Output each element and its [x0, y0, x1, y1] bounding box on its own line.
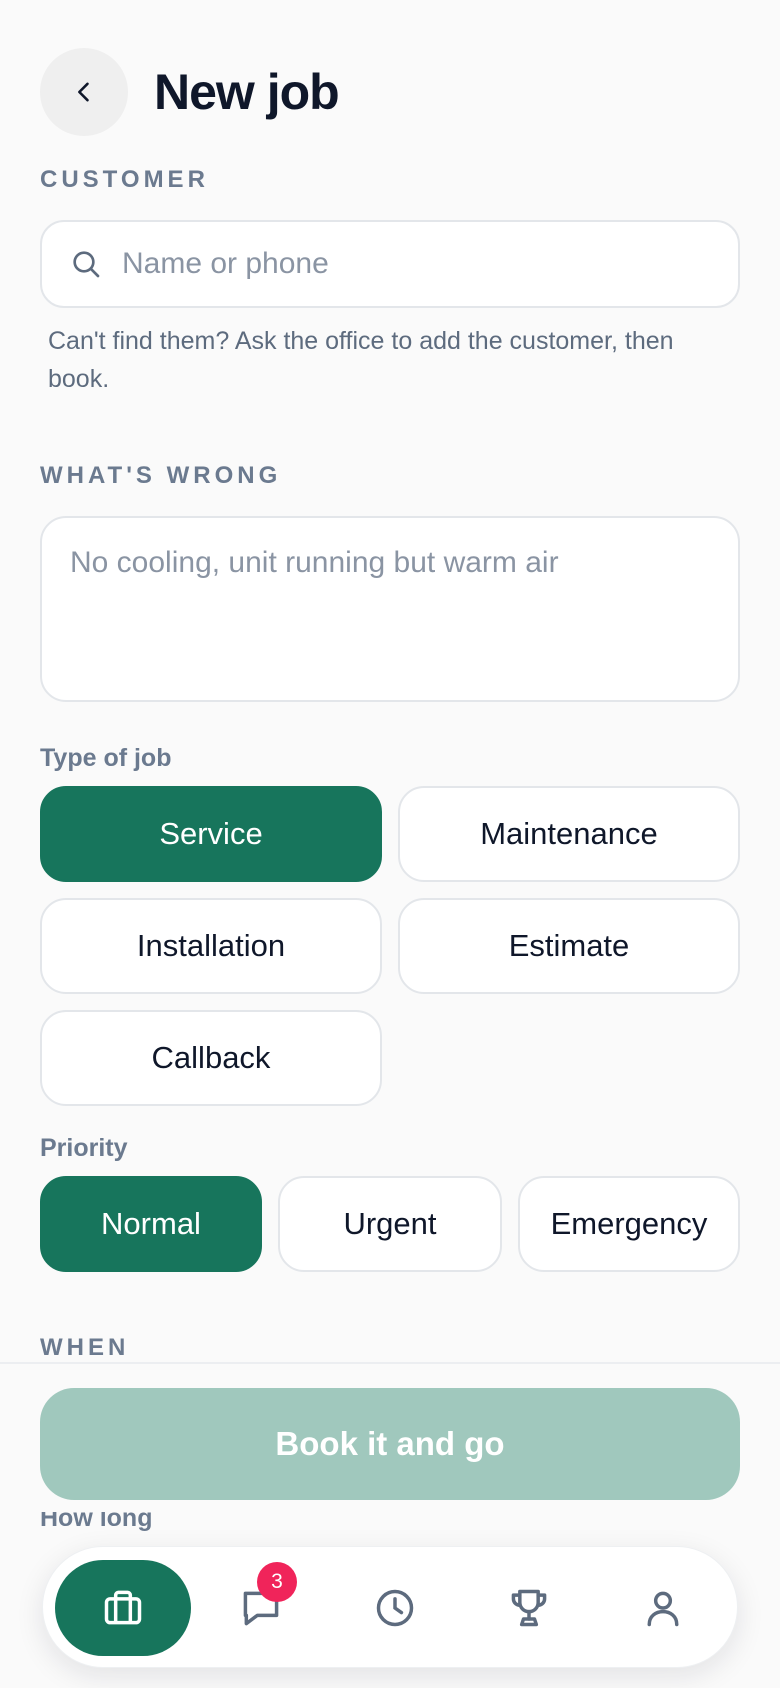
nav-jobs[interactable] [55, 1560, 191, 1656]
briefcase-icon [104, 1590, 142, 1625]
nav-history[interactable] [347, 1560, 443, 1656]
chevron-left-icon [78, 82, 89, 102]
customer-section-label: CUSTOMER [40, 166, 209, 193]
when-section-label: WHEN [40, 1334, 130, 1361]
job-type-label: Type of job [40, 744, 172, 772]
priority-label: Priority [40, 1134, 128, 1162]
customer-helper-text: Can't find them? Ask the office to add t… [48, 327, 674, 393]
priority-urgent[interactable]: Urgent [278, 1176, 502, 1272]
bottom-nav: 3 [42, 1546, 738, 1668]
trophy-icon [511, 1589, 547, 1627]
user-icon [647, 1591, 679, 1627]
header: New job [40, 48, 340, 136]
job-type-callback[interactable]: Callback [40, 1010, 382, 1106]
how-long-text: How long [40, 1512, 153, 1532]
job-type-service[interactable]: Service [40, 786, 382, 882]
nav-messages[interactable]: 3 [213, 1560, 309, 1656]
clock-icon [376, 1589, 414, 1627]
problem-description-field[interactable] [40, 516, 740, 702]
nav-profile[interactable] [615, 1560, 711, 1656]
how-long-label: How long [40, 1512, 152, 1536]
page-title: New job [154, 64, 340, 120]
messages-badge: 3 [257, 1562, 297, 1602]
job-type-installation[interactable]: Installation [40, 898, 382, 994]
nav-leaderboard[interactable] [481, 1560, 577, 1656]
book-it-button[interactable]: Book it and go [40, 1388, 740, 1500]
job-type-estimate[interactable]: Estimate [398, 898, 740, 994]
search-icon [73, 251, 100, 278]
whats-wrong-section-label: WHAT'S WRONG [40, 462, 282, 489]
priority-normal[interactable]: Normal [40, 1176, 262, 1272]
priority-emergency[interactable]: Emergency [518, 1176, 740, 1272]
customer-search-input[interactable] [122, 247, 682, 281]
job-type-maintenance[interactable]: Maintenance [398, 786, 740, 882]
back-button[interactable] [40, 48, 128, 136]
customer-search-field[interactable] [40, 220, 740, 308]
problem-description-input[interactable] [70, 546, 710, 672]
